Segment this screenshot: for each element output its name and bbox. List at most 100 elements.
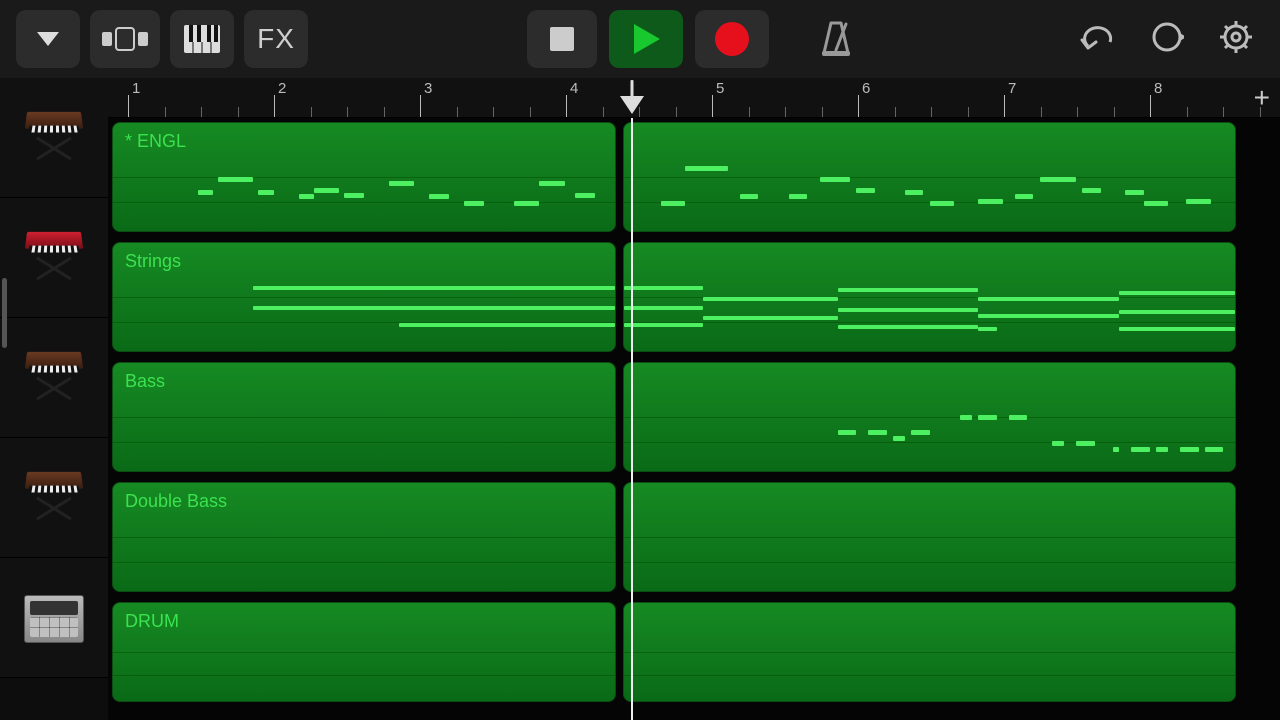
midi-region[interactable] — [623, 602, 1236, 702]
midi-note — [740, 194, 758, 199]
record-icon — [715, 22, 749, 56]
midi-note — [1009, 415, 1027, 420]
midi-note — [838, 325, 979, 329]
midi-region[interactable]: Bass — [112, 362, 616, 472]
gear-icon — [1218, 19, 1254, 55]
chevron-down-icon — [35, 30, 61, 48]
region-name: Bass — [125, 371, 165, 392]
track-header[interactable] — [0, 318, 108, 438]
track-scrollbar-thumb[interactable] — [2, 278, 7, 348]
track-lane[interactable]: Strings — [108, 238, 1280, 358]
stop-icon — [550, 27, 574, 51]
midi-note — [856, 188, 874, 193]
midi-note — [624, 286, 703, 290]
track-lane[interactable]: Bass — [108, 358, 1280, 478]
midi-note — [978, 415, 996, 420]
midi-note — [703, 316, 837, 320]
midi-note — [539, 181, 564, 186]
midi-note — [514, 201, 539, 206]
fx-label: FX — [257, 23, 295, 55]
track-header[interactable] — [0, 438, 108, 558]
ruler-bar-number: 5 — [716, 80, 724, 97]
midi-note — [911, 430, 929, 435]
fx-button[interactable]: FX — [244, 10, 308, 68]
tracks-dropdown-button[interactable] — [16, 10, 80, 68]
playhead-marker-icon[interactable] — [620, 96, 644, 114]
track-lanes: * ENGLStrings Bass Double Bass DRUM — [108, 118, 1280, 720]
track-lane[interactable]: Double Bass — [108, 478, 1280, 598]
midi-region[interactable] — [623, 122, 1236, 232]
midi-note — [1156, 447, 1168, 452]
timeline-ruler[interactable]: + 12345678 — [108, 78, 1280, 118]
track-lane[interactable]: * ENGL — [108, 118, 1280, 238]
midi-note — [1113, 447, 1119, 452]
midi-note — [1052, 441, 1064, 446]
timeline-area[interactable]: + 12345678 * ENGLStringsBassDouble BassD… — [108, 78, 1280, 720]
region-name: Double Bass — [125, 491, 227, 512]
midi-region[interactable] — [623, 242, 1236, 352]
midi-note — [344, 193, 364, 198]
midi-note — [905, 190, 923, 195]
midi-note — [838, 430, 856, 435]
midi-note — [218, 177, 253, 182]
midi-region[interactable]: DRUM — [112, 602, 616, 702]
loop-button[interactable] — [1150, 20, 1184, 59]
view-mode-button[interactable] — [90, 10, 160, 68]
stop-button[interactable] — [527, 10, 597, 68]
settings-button[interactable] — [1218, 19, 1254, 60]
instrument-button[interactable] — [170, 10, 234, 68]
undo-icon — [1078, 22, 1116, 52]
midi-note — [960, 415, 972, 420]
midi-note — [1119, 310, 1235, 314]
midi-note — [389, 181, 414, 186]
track-header-column — [0, 78, 108, 720]
midi-region[interactable] — [623, 482, 1236, 592]
midi-note — [314, 188, 339, 193]
track-header[interactable] — [0, 198, 108, 318]
track-header[interactable] — [0, 558, 108, 678]
midi-region[interactable]: * ENGL — [112, 122, 616, 232]
midi-note — [258, 190, 273, 195]
track-header[interactable] — [0, 78, 108, 198]
midi-note — [1125, 190, 1143, 195]
midi-region[interactable] — [623, 362, 1236, 472]
control-toolbar: FX — [0, 0, 1280, 78]
midi-note — [624, 306, 703, 310]
ruler-bar-number: 8 — [1154, 80, 1162, 97]
midi-note — [1186, 199, 1210, 204]
metronome-icon — [818, 20, 854, 58]
track-lane[interactable]: DRUM — [108, 598, 1280, 708]
play-icon — [632, 24, 660, 54]
play-button[interactable] — [609, 10, 683, 68]
ruler-bar-number: 2 — [278, 80, 286, 97]
metronome-button[interactable] — [813, 10, 859, 68]
undo-button[interactable] — [1078, 22, 1116, 57]
midi-note — [253, 286, 614, 290]
midi-note — [1082, 188, 1100, 193]
ruler-bar-number: 7 — [1008, 80, 1016, 97]
midi-note — [820, 177, 851, 182]
midi-note — [1076, 441, 1094, 446]
midi-note — [978, 314, 1119, 318]
midi-note — [253, 306, 614, 310]
record-button[interactable] — [695, 10, 769, 68]
synth-red-icon — [18, 227, 90, 289]
midi-region[interactable]: Strings — [112, 242, 616, 352]
midi-note — [575, 193, 595, 198]
ruler-bar-number: 6 — [862, 80, 870, 97]
loop-icon — [1150, 20, 1184, 54]
midi-note — [661, 201, 685, 206]
add-section-button[interactable]: + — [1254, 82, 1270, 114]
midi-note — [838, 308, 979, 312]
midi-note — [299, 194, 314, 199]
midi-note — [1040, 177, 1077, 182]
midi-note — [930, 201, 954, 206]
midi-note — [978, 297, 1119, 301]
midi-note — [464, 201, 484, 206]
midi-note — [1144, 201, 1168, 206]
piano-keys-icon — [184, 25, 220, 53]
midi-note — [868, 430, 886, 435]
midi-region[interactable]: Double Bass — [112, 482, 616, 592]
midi-note — [198, 190, 213, 195]
midi-note — [838, 288, 979, 292]
